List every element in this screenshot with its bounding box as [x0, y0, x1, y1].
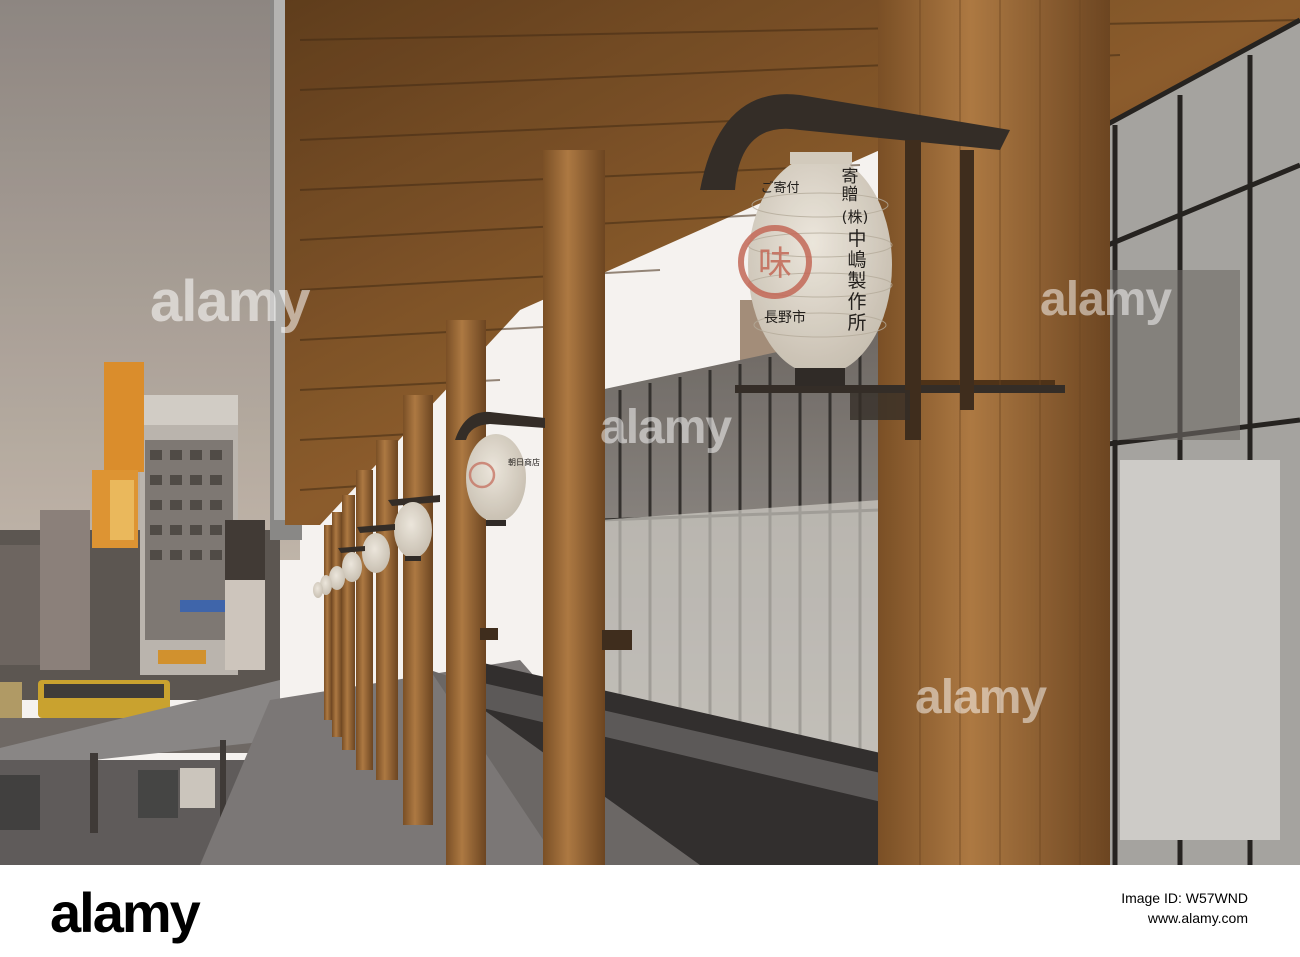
photo-stage: 味 寄 贈 (株) 中 嶋 製 作 所 長野市 ご寄付 朝日商店 alamy a… [0, 0, 1300, 957]
watermark-alamy-right: alamy [1040, 273, 1172, 326]
watermark-alamy-center: alamy [600, 401, 732, 454]
image-id-label: Image ID: W57WND [1121, 890, 1248, 906]
image-reference: Image ID: W57WND www.alamy.com [1121, 888, 1248, 928]
photograph: 味 寄 贈 (株) 中 嶋 製 作 所 長野市 ご寄付 朝日商店 alamy a… [0, 0, 1300, 865]
alamy-logo[interactable]: alamy [50, 880, 201, 945]
site-link[interactable]: www.alamy.com [1121, 908, 1248, 928]
watermark-alamy-lower: alamy [915, 671, 1047, 724]
watermark-alamy-left: alamy [150, 269, 310, 334]
